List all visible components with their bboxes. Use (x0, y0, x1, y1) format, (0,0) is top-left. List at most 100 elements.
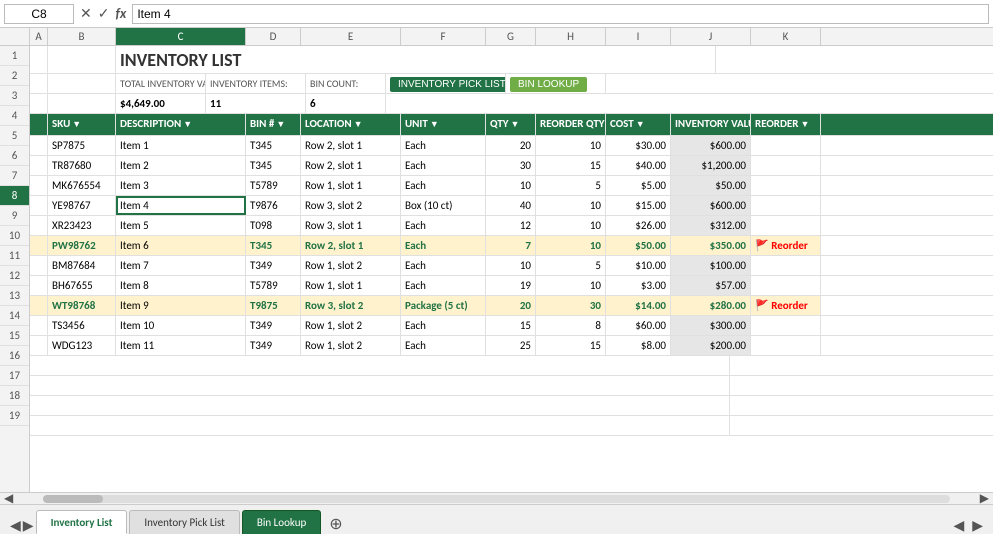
cell-reorderqty-10[interactable]: 15 (536, 336, 606, 355)
cell-sku-7[interactable]: BH67655 (48, 276, 116, 295)
cell-unit-7[interactable]: Each (401, 276, 486, 295)
cell-reorderqty-7[interactable]: 10 (536, 276, 606, 295)
cell-reorderqty-3[interactable]: 10 (536, 196, 606, 215)
cell-a-3[interactable] (30, 196, 48, 215)
cell-a-10[interactable] (30, 336, 48, 355)
cell-unit-1[interactable]: Each (401, 156, 486, 175)
cell-loc-6[interactable]: Row 1, slot 2 (301, 256, 401, 275)
col-header-d[interactable]: D (246, 28, 301, 45)
cell-desc-1[interactable]: Item 2 (116, 156, 246, 175)
cell-invvalue-2[interactable]: $50.00 (671, 176, 751, 195)
cell-a-7[interactable] (30, 276, 48, 295)
cell-bin-9[interactable]: T349 (246, 316, 301, 335)
horizontal-scrollbar[interactable]: ◀ ▶ (0, 492, 993, 504)
unit-dropdown-icon[interactable]: ▼ (430, 119, 439, 130)
reorder-dropdown-icon[interactable]: ▼ (801, 119, 810, 130)
tab-inventory-pick-list[interactable]: Inventory Pick List (129, 510, 239, 534)
cell-a3[interactable] (30, 94, 48, 113)
cell-qty-6[interactable]: 10 (486, 256, 536, 275)
cell-reorderqty-2[interactable]: 5 (536, 176, 606, 195)
cell-reorder-0[interactable] (751, 136, 821, 155)
cell-reorder-7[interactable] (751, 276, 821, 295)
data-row-3[interactable]: MK676554 Item 3 T5789 Row 1, slot 1 Each… (30, 176, 993, 196)
cell-loc-1[interactable]: Row 2, slot 1 (301, 156, 401, 175)
desc-dropdown-icon[interactable]: ▼ (183, 119, 192, 130)
cell-b3[interactable] (48, 94, 116, 113)
data-row-9[interactable]: WT98768 Item 9 T9875 Row 3, slot 2 Packa… (30, 296, 993, 316)
cell-reorder-6[interactable] (751, 256, 821, 275)
cell-qty-5[interactable]: 7 (486, 236, 536, 255)
cell-cost-6[interactable]: $10.00 (606, 256, 671, 275)
cell-cost-2[interactable]: $5.00 (606, 176, 671, 195)
cell-a1[interactable] (30, 46, 48, 73)
cell-unit-3[interactable]: Box (10 ct) (401, 196, 486, 215)
data-row-2[interactable]: TR87680 Item 2 T345 Row 2, slot 1 Each 3… (30, 156, 993, 176)
cell-reorder-5[interactable]: 🚩 Reorder (751, 236, 821, 255)
cell-bin-2[interactable]: T5789 (246, 176, 301, 195)
inv-pick-list-btn-cell[interactable]: INVENTORY PICK LIST (386, 74, 506, 93)
cell-bin-0[interactable]: T345 (246, 136, 301, 155)
cell-cost-10[interactable]: $8.00 (606, 336, 671, 355)
cell-unit-4[interactable]: Each (401, 216, 486, 235)
cell-unit-2[interactable]: Each (401, 176, 486, 195)
cell-a-5[interactable] (30, 236, 48, 255)
cell-qty-9[interactable]: 15 (486, 316, 536, 335)
cell-b1[interactable] (48, 46, 116, 73)
col-header-k[interactable]: K (751, 28, 821, 45)
cell-invvalue-1[interactable]: $1,200.00 (671, 156, 751, 175)
data-row-6[interactable]: PW98762 Item 6 T345 Row 2, slot 1 Each 7… (30, 236, 993, 256)
cell-sku-4[interactable]: XR23423 (48, 216, 116, 235)
cell-unit-8[interactable]: Package (5 ct) (401, 296, 486, 315)
data-row-4[interactable]: YE98767 Item 4 T9876 Row 3, slot 2 Box (… (30, 196, 993, 216)
tab-bin-lookup[interactable]: Bin Lookup (242, 510, 321, 534)
cell-invvalue-3[interactable]: $600.00 (671, 196, 751, 215)
cell-reorder-1[interactable] (751, 156, 821, 175)
cell-reorderqty-8[interactable]: 30 (536, 296, 606, 315)
cost-dropdown-icon[interactable]: ▼ (636, 119, 645, 130)
cell-a2[interactable] (30, 74, 48, 93)
col-header-f[interactable]: F (401, 28, 486, 45)
cell-sku-10[interactable]: WDG123 (48, 336, 116, 355)
cell-bin-8[interactable]: T9875 (246, 296, 301, 315)
cell-a-4[interactable] (30, 216, 48, 235)
cell-desc-8[interactable]: Item 9 (116, 296, 246, 315)
cell-loc-9[interactable]: Row 1, slot 2 (301, 316, 401, 335)
scrollbar-track[interactable] (43, 495, 950, 503)
cell-bin-3[interactable]: T9876 (246, 196, 301, 215)
cell-invvalue-10[interactable]: $200.00 (671, 336, 751, 355)
cell-desc-6[interactable]: Item 7 (116, 256, 246, 275)
cell-bin-7[interactable]: T5789 (246, 276, 301, 295)
cell-unit-6[interactable]: Each (401, 256, 486, 275)
loc-dropdown-icon[interactable]: ▼ (354, 119, 363, 130)
cell-cost-5[interactable]: $50.00 (606, 236, 671, 255)
cell-reorderqty-5[interactable]: 10 (536, 236, 606, 255)
data-row-10[interactable]: TS3456 Item 10 T349 Row 1, slot 2 Each 1… (30, 316, 993, 336)
cell-bin-1[interactable]: T345 (246, 156, 301, 175)
cell-loc-2[interactable]: Row 1, slot 1 (301, 176, 401, 195)
cell-qty-8[interactable]: 20 (486, 296, 536, 315)
bin-lookup-button[interactable]: BIN LOOKUP (510, 77, 587, 92)
cell-invvalue-5[interactable]: $350.00 (671, 236, 751, 255)
bin-dropdown-icon[interactable]: ▼ (276, 119, 285, 130)
data-row-8[interactable]: BH67655 Item 8 T5789 Row 1, slot 1 Each … (30, 276, 993, 296)
inv-pick-list-button[interactable]: INVENTORY PICK LIST (390, 77, 506, 92)
scrollbar-thumb[interactable] (43, 495, 103, 503)
cell-cost-8[interactable]: $14.00 (606, 296, 671, 315)
col-header-g[interactable]: G (486, 28, 536, 45)
cell-a-1[interactable] (30, 156, 48, 175)
cell-a-2[interactable] (30, 176, 48, 195)
cancel-icon[interactable]: ✕ (80, 5, 92, 22)
formula-input[interactable] (132, 4, 989, 24)
col-header-j[interactable]: J (671, 28, 751, 45)
cell-unit-0[interactable]: Each (401, 136, 486, 155)
cell-invvalue-8[interactable]: $280.00 (671, 296, 751, 315)
cell-desc-4[interactable]: Item 5 (116, 216, 246, 235)
tab-inventory-list[interactable]: Inventory List (36, 510, 128, 534)
cell-qty-3[interactable]: 40 (486, 196, 536, 215)
cell-loc-4[interactable]: Row 3, slot 1 (301, 216, 401, 235)
cell-cost-7[interactable]: $3.00 (606, 276, 671, 295)
data-row-7[interactable]: BM87684 Item 7 T349 Row 1, slot 2 Each 1… (30, 256, 993, 276)
cell-bin-4[interactable]: T098 (246, 216, 301, 235)
cell-sku-6[interactable]: BM87684 (48, 256, 116, 275)
cell-a-0[interactable] (30, 136, 48, 155)
